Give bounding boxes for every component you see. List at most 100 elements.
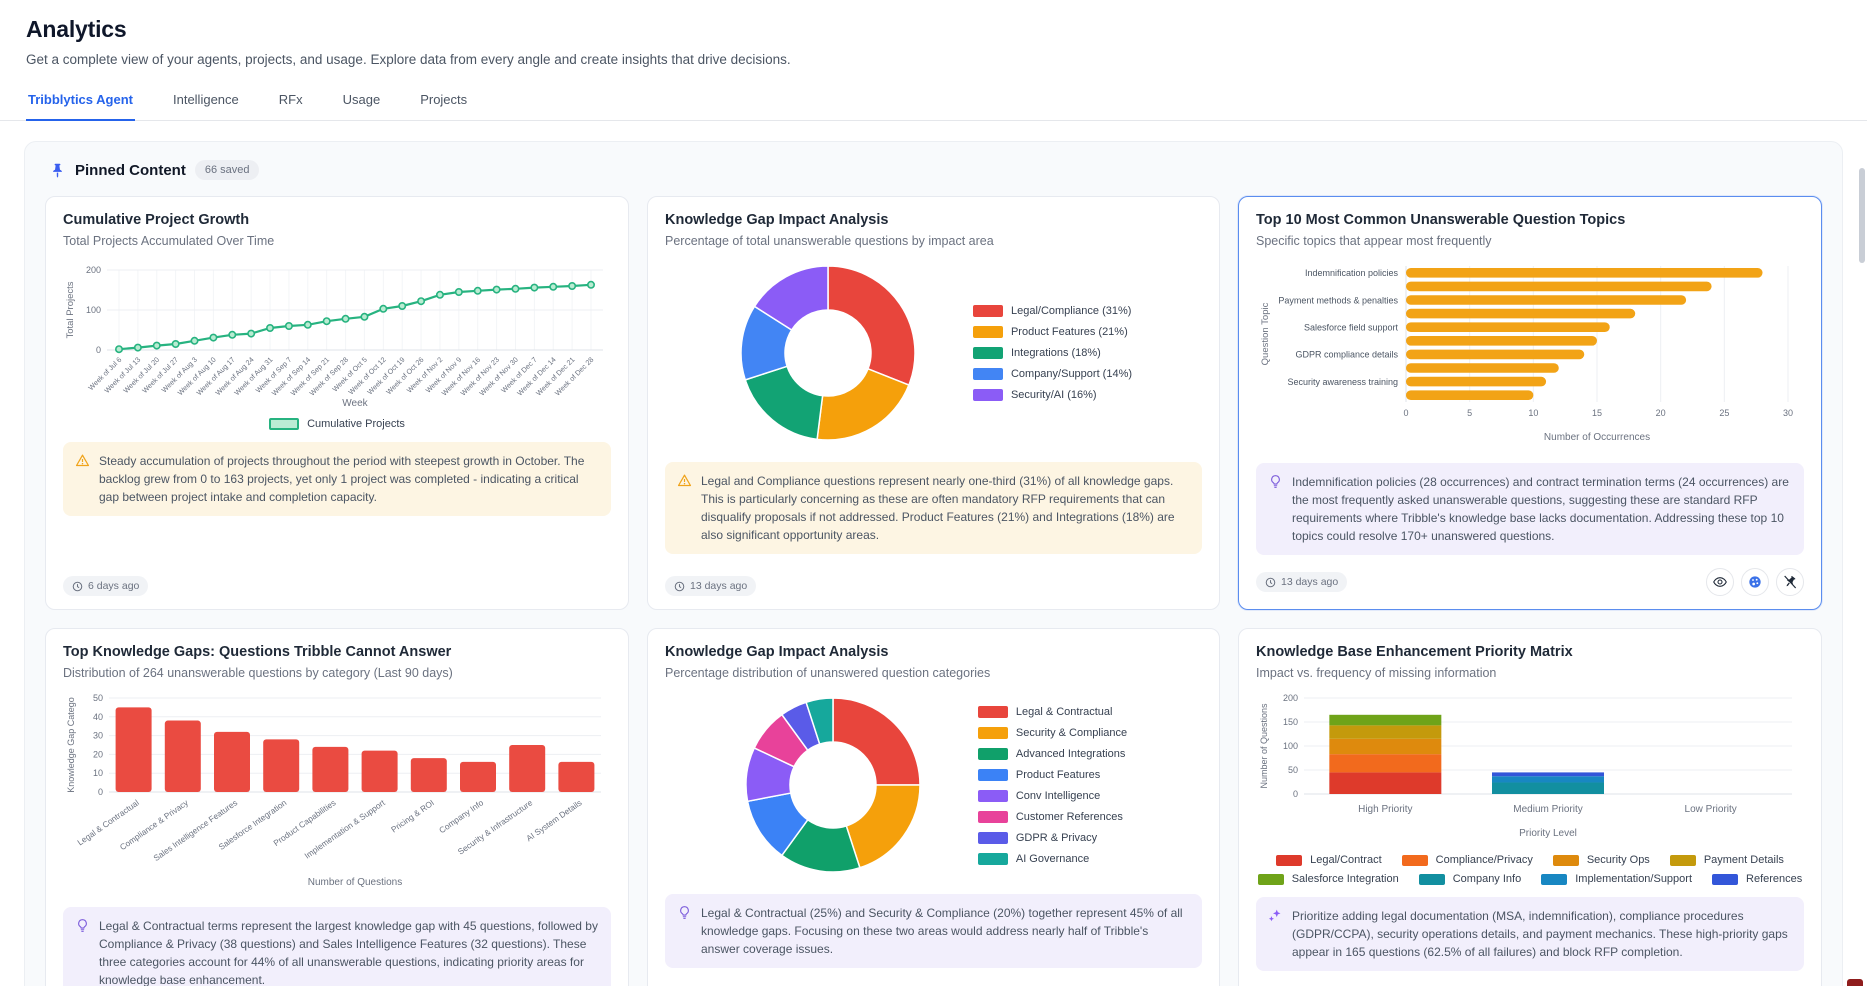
view-button[interactable] <box>1706 568 1734 596</box>
insight-box: Legal & Contractual terms represent the … <box>63 907 611 986</box>
card-title: Cumulative Project Growth <box>63 212 611 228</box>
card-title: Top 10 Most Common Unanswerable Question… <box>1256 212 1804 228</box>
legend-item: Company/Support (14%) <box>973 368 1132 380</box>
svg-text:GDPR compliance details: GDPR compliance details <box>1295 350 1398 360</box>
page-subtitle: Get a complete view of your agents, proj… <box>26 52 1839 67</box>
card-priority-matrix[interactable]: Knowledge Base Enhancement Priority Matr… <box>1238 628 1822 986</box>
card-title: Knowledge Base Enhancement Priority Matr… <box>1256 644 1804 660</box>
svg-text:Number of Questions: Number of Questions <box>1259 703 1269 789</box>
tab-intelligence[interactable]: Intelligence <box>171 83 241 121</box>
legend-item: GDPR & Privacy <box>978 832 1127 844</box>
svg-text:200: 200 <box>86 265 101 275</box>
svg-text:Medium Priority: Medium Priority <box>1513 804 1582 815</box>
chart-legend: Legal & ContractualSecurity & Compliance… <box>978 706 1127 865</box>
impact-area-donut-chart: Legal/Compliance (31%) Product Features (… <box>665 258 1202 450</box>
svg-text:20: 20 <box>1656 408 1666 418</box>
chart-svg: 050100150200High PriorityMedium Priority… <box>1256 690 1804 840</box>
card-knowledge-gap-impact-2[interactable]: Knowledge Gap Impact Analysis Percentage… <box>647 628 1220 986</box>
card-footer: 13 days ago <box>1256 555 1804 596</box>
svg-text:Payment methods & penalties: Payment methods & penalties <box>1278 295 1398 305</box>
svg-text:Indemnification policies: Indemnification policies <box>1305 268 1399 278</box>
tab-tribblytics-agent[interactable]: Tribblytics Agent <box>26 83 135 121</box>
tab-rfx[interactable]: RFx <box>277 83 305 121</box>
lightbulb-icon <box>1268 474 1283 489</box>
clock-icon <box>674 581 685 592</box>
insight-box: Legal and Compliance questions represent… <box>665 462 1202 554</box>
svg-text:Security awareness training: Security awareness training <box>1287 377 1398 387</box>
svg-text:Low Priority: Low Priority <box>1685 804 1737 815</box>
legend-item: Implementation/Support <box>1541 873 1692 885</box>
svg-text:Number of Questions: Number of Questions <box>308 877 403 888</box>
svg-text:Implementation & Support: Implementation & Support <box>302 797 387 861</box>
svg-text:100: 100 <box>1283 741 1298 751</box>
page-header: Analytics Get a complete view of your ag… <box>0 0 1867 67</box>
legend-item: Salesforce Integration <box>1258 873 1399 885</box>
svg-text:25: 25 <box>1719 408 1729 418</box>
scrollbar-thumb[interactable] <box>1859 168 1865 263</box>
timestamp-badge: 13 days ago <box>1256 572 1347 592</box>
chart-legend: Cumulative Projects <box>63 418 611 430</box>
card-subtitle: Percentage of total unanswerable questio… <box>665 234 1202 248</box>
svg-text:200: 200 <box>1283 693 1298 703</box>
svg-text:0: 0 <box>96 345 101 355</box>
card-title: Knowledge Gap Impact Analysis <box>665 644 1202 660</box>
page-title: Analytics <box>26 16 1839 43</box>
svg-text:0: 0 <box>1293 789 1298 799</box>
tab-projects[interactable]: Projects <box>418 83 469 121</box>
legend-item: Legal/Compliance (31%) <box>973 305 1132 317</box>
legend-item: Integrations (18%) <box>973 347 1132 359</box>
legend-item: References <box>1712 873 1802 885</box>
floating-widget-edge <box>1847 979 1863 986</box>
legend-item: Product Features <box>978 769 1127 781</box>
card-footer: 6 days ago <box>63 563 611 596</box>
insight-text: Legal & Contractual terms represent the … <box>99 917 599 986</box>
card-cumulative-project-growth[interactable]: Cumulative Project Growth Total Projects… <box>45 196 629 610</box>
svg-text:150: 150 <box>1283 717 1298 727</box>
eye-icon <box>1712 574 1728 590</box>
card-subtitle: Specific topics that appear most frequen… <box>1256 234 1804 248</box>
palette-button[interactable] <box>1741 568 1769 596</box>
clock-icon <box>72 581 83 592</box>
card-grid: Cumulative Project Growth Total Projects… <box>45 196 1822 986</box>
card-top-unanswerable-topics[interactable]: Top 10 Most Common Unanswerable Question… <box>1238 196 1822 610</box>
svg-text:High Priority: High Priority <box>1358 804 1412 815</box>
insight-text: Legal and Compliance questions represent… <box>701 472 1190 544</box>
svg-text:Priority Level: Priority Level <box>1519 828 1577 839</box>
svg-text:5: 5 <box>1467 408 1472 418</box>
warning-icon <box>677 473 692 488</box>
card-top-knowledge-gaps[interactable]: Top Knowledge Gaps: Questions Tribble Ca… <box>45 628 629 986</box>
timestamp-text: 13 days ago <box>1281 576 1338 588</box>
chart-svg: 051015202530Indemnification policiesPaym… <box>1256 258 1804 446</box>
timestamp-text: 13 days ago <box>690 580 747 592</box>
card-knowledge-gap-impact-1[interactable]: Knowledge Gap Impact Analysis Percentage… <box>647 196 1220 610</box>
legend-item: Compliance/Privacy <box>1402 854 1533 866</box>
legend-item: Security/AI (16%) <box>973 389 1132 401</box>
svg-text:Week: Week <box>342 398 368 409</box>
svg-text:Knowledge Gap Catego: Knowledge Gap Catego <box>66 697 76 793</box>
svg-text:0: 0 <box>1403 408 1408 418</box>
card-subtitle: Total Projects Accumulated Over Time <box>63 234 611 248</box>
card-subtitle: Percentage distribution of unanswered qu… <box>665 666 1202 680</box>
svg-text:30: 30 <box>93 731 103 741</box>
legend-item: Advanced Integrations <box>978 748 1127 760</box>
insight-box: Legal & Contractual (25%) and Security &… <box>665 894 1202 968</box>
legend-item: Conv Intelligence <box>978 790 1127 802</box>
legend-item: Company Info <box>1419 873 1521 885</box>
unpin-button[interactable] <box>1776 568 1804 596</box>
cumulative-projects-line-chart: 0100200Week of Jul 6Week of Jul 13Week o… <box>63 258 611 430</box>
svg-text:10: 10 <box>93 768 103 778</box>
svg-text:0: 0 <box>98 787 103 797</box>
chart-svg: 0100200Week of Jul 6Week of Jul 13Week o… <box>63 258 611 410</box>
insight-text: Prioritize adding legal documentation (M… <box>1292 907 1792 961</box>
tab-usage[interactable]: Usage <box>341 83 383 121</box>
legend-item: Product Features (21%) <box>973 326 1132 338</box>
svg-text:40: 40 <box>93 712 103 722</box>
card-subtitle: Distribution of 264 unanswerable questio… <box>63 666 611 680</box>
svg-text:Question Topic: Question Topic <box>1260 302 1271 365</box>
svg-text:Company Info: Company Info <box>437 797 485 835</box>
svg-text:10: 10 <box>1528 408 1538 418</box>
chart-svg <box>735 260 921 446</box>
card-footer: 13 days ago <box>665 563 1202 596</box>
insight-box: Indemnification policies (28 occurrences… <box>1256 463 1804 555</box>
legend-item: Security & Compliance <box>978 727 1127 739</box>
